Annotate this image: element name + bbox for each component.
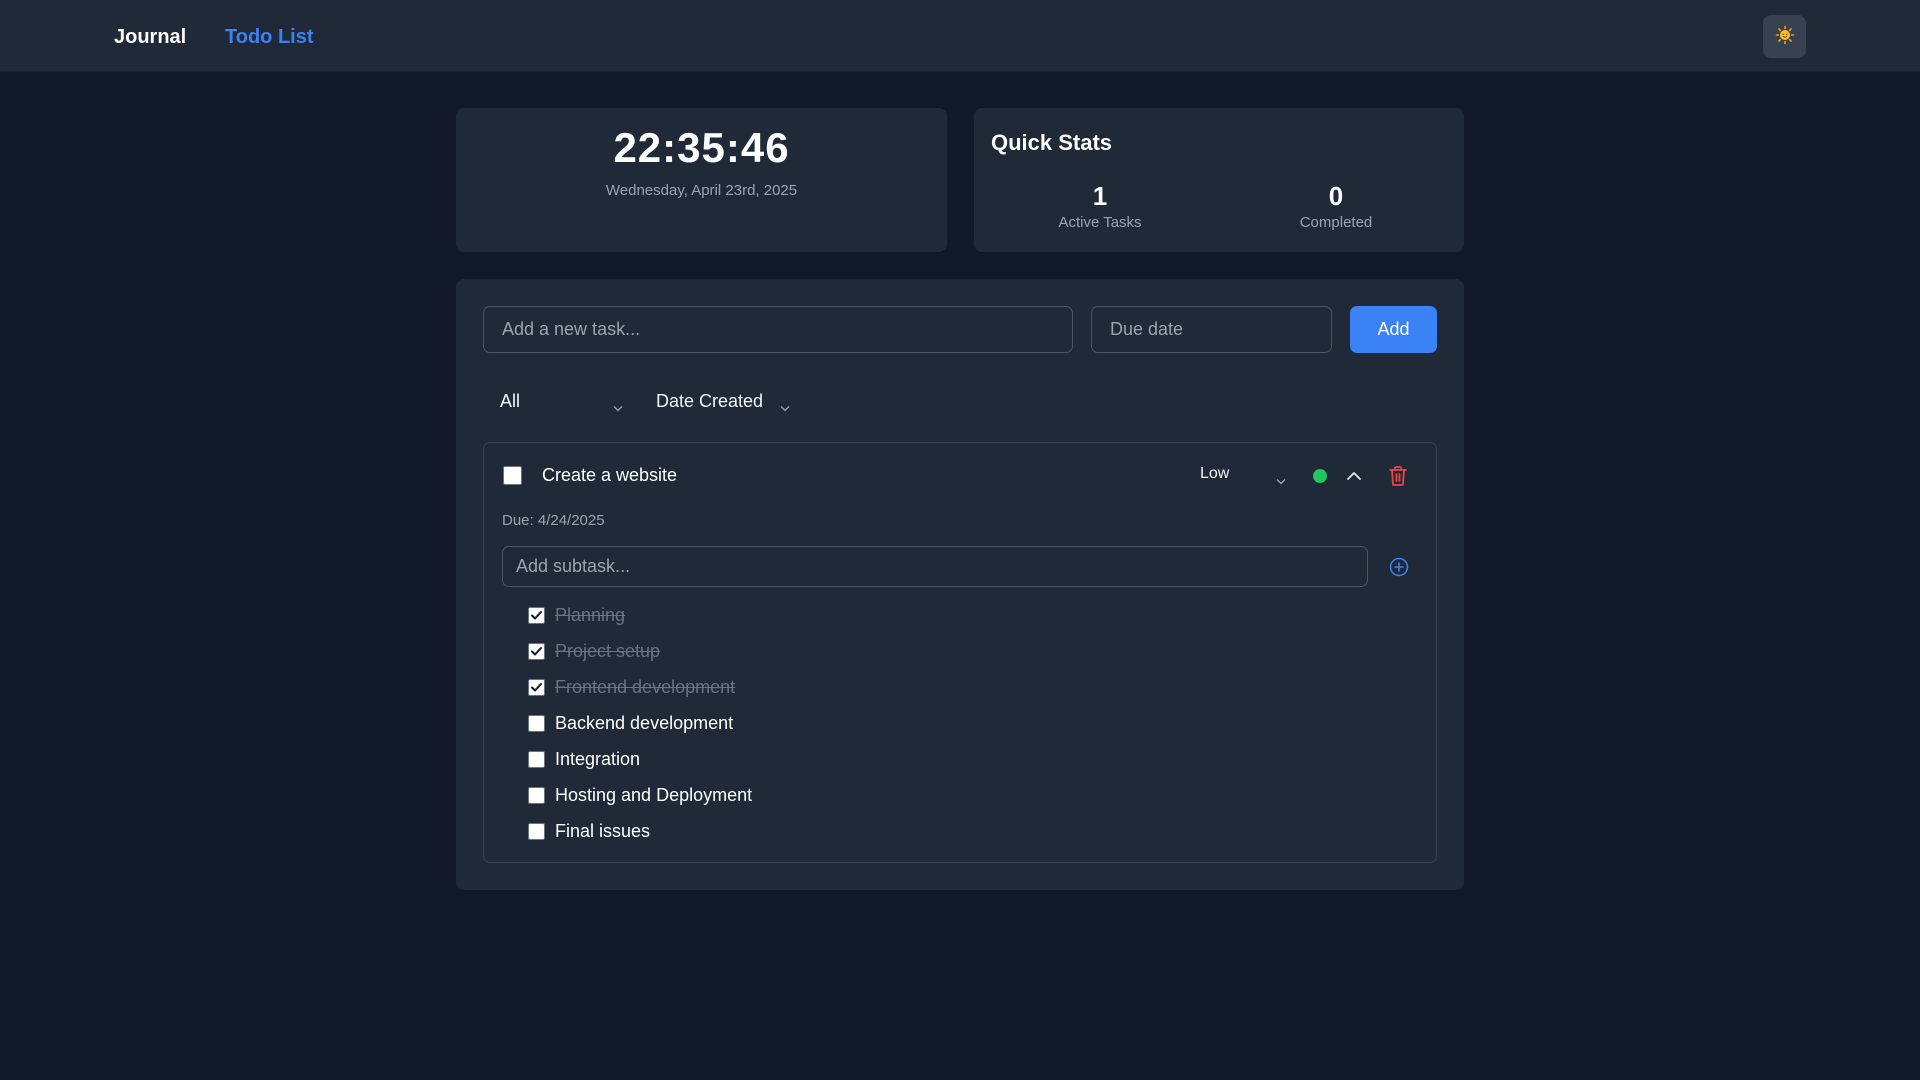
chevron-down-icon [780,396,790,417]
stats-title: Quick Stats [991,130,1113,155]
theme-toggle-button[interactable] [1763,15,1806,58]
nav-journal-link[interactable]: Journal [114,24,186,50]
delete-task-button[interactable] [1388,465,1408,487]
subtask-label: Final issues [555,820,651,841]
nav-todo-link[interactable]: Todo List [225,24,314,50]
active-tasks-label: Active Tasks [1058,214,1142,231]
subtask-item: Integration [528,747,928,771]
subtask-checkbox[interactable] [528,678,545,696]
subtask-item: Backend development [528,711,928,735]
subtask-label: Integration [555,748,641,769]
chevron-up-icon [1345,472,1363,489]
subtask-label: Backend development [555,712,734,733]
subtask-item: Hosting and Deployment [528,783,928,807]
sort-value: Date Created [656,390,764,411]
subtask-label: Project setup [555,640,661,661]
trash-icon [1388,466,1408,491]
chevron-down-icon [1276,472,1286,490]
active-tasks-count: 1 [1092,181,1108,211]
status-filter-select[interactable]: All [500,383,623,419]
subtask-input[interactable] [502,546,1368,587]
clock-time: 22:35:46 [613,124,790,171]
clock-date: Wednesday, April 23rd, 2025 [605,182,798,199]
subtask-checkbox[interactable] [528,822,545,840]
status-filter-value: All [500,390,521,411]
task-item: Create a website Low Due: 4/24/2025 Add … [483,442,1437,863]
clock-card: 22:35:46 Wednesday, April 23rd, 2025 [456,108,947,252]
sun-icon [1775,25,1795,48]
new-task-input[interactable] [483,306,1073,353]
due-date-input[interactable] [1091,306,1332,353]
subtask-item: Project setup [528,639,928,663]
subtask-label: Frontend development [555,676,736,697]
subtask-item: Planning [528,603,928,627]
collapse-button[interactable] [1345,467,1363,485]
task-checkbox[interactable] [503,466,522,485]
subtask-checkbox[interactable] [528,606,545,624]
priority-value: Low [1200,465,1230,482]
subtask-checkbox[interactable] [528,786,545,804]
stat-active-tasks: 1 Active Tasks [1000,180,1200,231]
chevron-down-icon [613,396,623,417]
quick-stats-card: Quick Stats 1 Active Tasks 0 Completed [974,108,1464,252]
subtask-checkbox[interactable] [528,750,545,768]
subtask-item: Final issues [528,819,928,843]
status-dot [1313,469,1327,483]
check-icon [531,646,542,655]
sort-select[interactable]: Date Created [656,383,796,419]
top-nav: Journal Todo List [0,0,1920,72]
subtask-label: Planning [555,604,626,625]
add-task-button[interactable]: Add [1350,306,1437,353]
todo-card: Add All Date Created Create a website Lo… [456,279,1464,890]
add-subtask-button[interactable] [1389,557,1409,577]
stat-completed: 0 Completed [1236,180,1436,231]
task-due-date: Due: 4/24/2025 [502,512,605,529]
check-icon [531,610,542,619]
check-icon [531,682,542,691]
subtask-item: Frontend development [528,675,928,699]
completed-count: 0 [1328,181,1344,211]
subtask-checkbox[interactable] [528,714,545,732]
plus-circle-icon [1389,557,1409,581]
priority-select[interactable]: Low [1200,465,1290,489]
task-title: Create a website [542,465,678,485]
subtask-checkbox[interactable] [528,642,545,660]
subtask-label: Hosting and Deployment [555,784,753,805]
completed-label: Completed [1299,214,1373,231]
